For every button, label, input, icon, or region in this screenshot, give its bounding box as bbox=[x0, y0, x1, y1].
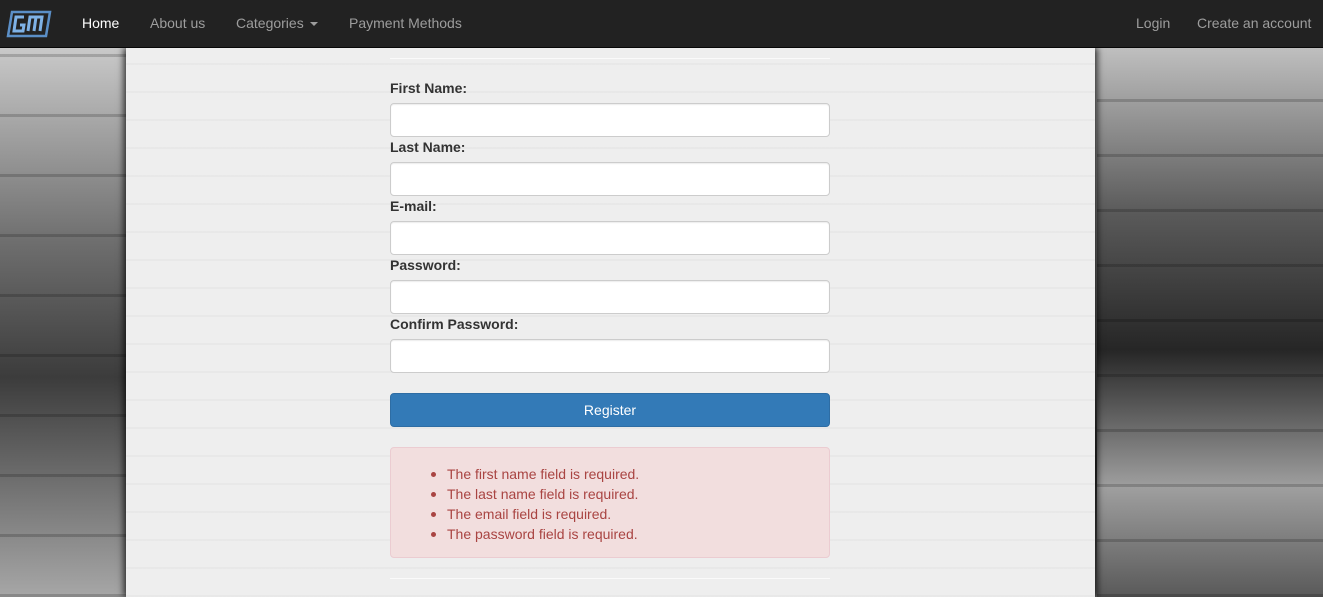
error-password: The password field is required. bbox=[430, 526, 638, 542]
first-name-input[interactable] bbox=[390, 103, 830, 137]
error-first-name: The first name field is required. bbox=[430, 466, 640, 482]
nav-login[interactable]: Login bbox=[1136, 15, 1170, 31]
confirm-password-label: Confirm Password: bbox=[390, 316, 519, 332]
divider-top bbox=[390, 58, 830, 59]
email-label: E-mail: bbox=[390, 198, 437, 214]
error-alert: The first name field is required. The la… bbox=[390, 447, 830, 558]
nav-payment-methods[interactable]: Payment Methods bbox=[349, 15, 462, 31]
first-name-label: First Name: bbox=[390, 80, 468, 96]
nav-categories-label: Categories bbox=[236, 15, 304, 31]
brand-logo-icon[interactable] bbox=[6, 8, 54, 40]
email-input[interactable] bbox=[390, 221, 830, 255]
last-name-label: Last Name: bbox=[390, 139, 466, 155]
register-button[interactable]: Register bbox=[390, 393, 830, 427]
nav-create-account[interactable]: Create an account bbox=[1197, 15, 1311, 31]
nav-categories[interactable]: Categories bbox=[236, 15, 318, 31]
divider-bottom bbox=[390, 578, 830, 579]
nav-home[interactable]: Home bbox=[82, 15, 119, 31]
confirm-password-input[interactable] bbox=[390, 339, 830, 373]
error-email: The email field is required. bbox=[430, 504, 639, 524]
top-navbar: Home About us Categories Payment Methods… bbox=[0, 0, 1323, 48]
password-label: Password: bbox=[390, 257, 461, 273]
nav-about-us[interactable]: About us bbox=[150, 15, 205, 31]
background-right-scene bbox=[1097, 48, 1323, 597]
chevron-down-icon bbox=[309, 22, 318, 27]
last-name-input[interactable] bbox=[390, 162, 830, 196]
error-last-name: The last name field is required. bbox=[430, 486, 639, 502]
error-list: The first name field is required. The la… bbox=[430, 464, 640, 544]
password-input[interactable] bbox=[390, 280, 830, 314]
background-left-scene bbox=[0, 48, 126, 597]
